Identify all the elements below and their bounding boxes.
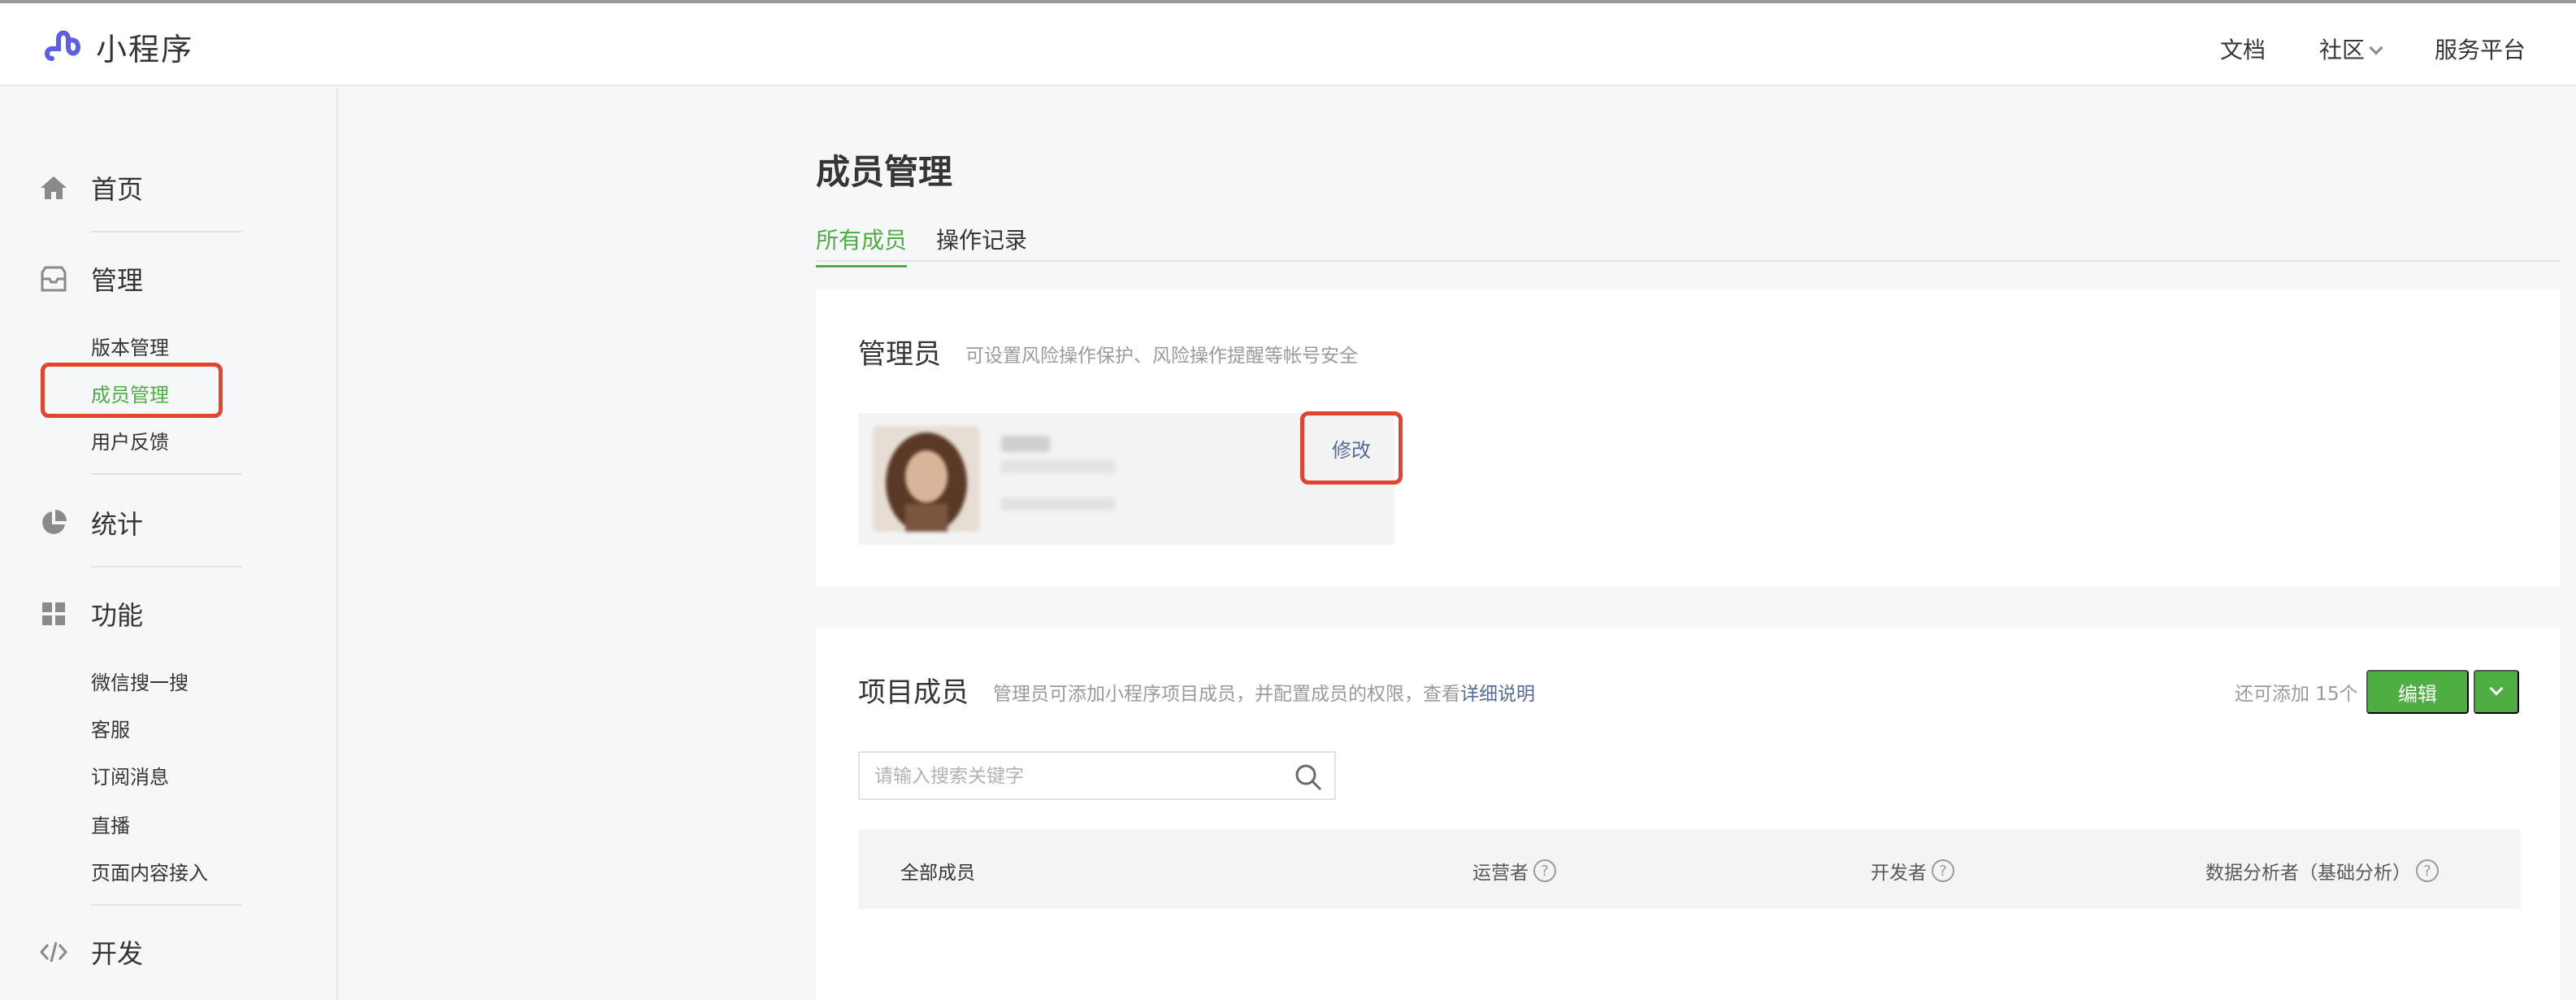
avatar [873,426,980,532]
sidebar-item-features[interactable]: 功能 [39,595,143,633]
sidebar-item-home[interactable]: 首页 [39,169,143,207]
admin-card: 管理员 可设置风险操作保护、风险操作提醒等帐号安全 修改 [816,289,2560,587]
chevron-down-icon [2369,41,2383,55]
page-title: 成员管理 [816,152,953,192]
search-icon[interactable] [1294,763,1323,792]
edit-dropdown-button[interactable] [2474,670,2519,714]
top-bar: 小程序 文档 社区 服务平台 [0,3,2576,86]
tab-all-members[interactable]: 所有成员 [816,223,908,267]
column-label: 开发者 [1871,863,1927,884]
edit-button[interactable]: 编辑 [2366,670,2469,714]
sidebar-item-label: 首页 [91,174,144,205]
nav-community-link[interactable]: 社区 [2319,33,2383,65]
chevron-down-icon [2489,681,2504,696]
home-icon [39,173,68,202]
blurred-info [1001,498,1115,511]
sidebar-item-manage[interactable]: 管理 [39,260,143,298]
sidebar-item-version-management[interactable]: 版本管理 [91,332,169,360]
help-icon[interactable]: ? [2416,859,2439,882]
sidebar-item-customer-service[interactable]: 客服 [91,714,130,742]
column-all-members[interactable]: 全部成员 [900,857,975,885]
app-title: 小程序 [96,32,194,67]
members-description-text: 管理员可添加小程序项目成员，并配置成员的权限，查看 [993,684,1460,705]
admin-title: 管理员 [858,338,941,371]
members-description: 管理员可添加小程序项目成员，并配置成员的权限，查看详细说明 [993,678,1535,706]
highlight-box [41,363,223,418]
code-icon [39,937,68,967]
search-input[interactable] [874,763,1281,790]
column-label: 数据分析者（基础分析） [2205,863,2411,884]
sidebar: 首页 管理 版本管理 成员管理 用户反馈 统计 功能 微信搜一搜 客服 订阅消息… [0,88,338,1000]
nav-community-label: 社区 [2319,37,2366,63]
column-operator: 运营者? [1472,857,1556,885]
sidebar-item-user-feedback[interactable]: 用户反馈 [91,426,169,454]
grid-icon [39,599,68,628]
tab-operation-log[interactable]: 操作记录 [936,223,1027,255]
sidebar-item-statistics[interactable]: 统计 [39,504,143,541]
blurred-name [1001,436,1050,452]
members-title: 项目成员 [858,676,969,709]
column-label: 运营者 [1472,863,1529,884]
nav-service-platform-link[interactable]: 服务平台 [2435,33,2526,65]
sidebar-item-label: 统计 [91,509,144,540]
blurred-info [1001,460,1115,473]
sidebar-item-develop[interactable]: 开发 [39,933,143,971]
member-table-header: 全部成员 运营者? 开发者? 数据分析者（基础分析）? [858,829,2521,909]
divider [91,231,242,233]
divider [91,473,242,475]
divider [91,904,242,906]
divider [91,566,242,567]
pie-chart-icon [39,508,68,537]
project-members-card: 项目成员 管理员可添加小程序项目成员，并配置成员的权限，查看详细说明 还可添加 … [816,628,2560,1000]
modify-admin-button[interactable]: 修改 [1300,411,1403,485]
sidebar-item-label: 管理 [91,265,144,296]
tab-bar: 所有成员 操作记录 [816,221,2560,267]
column-developer: 开发者? [1871,857,1954,885]
sidebar-item-page-content[interactable]: 页面内容接入 [91,857,208,885]
sidebar-item-live[interactable]: 直播 [91,810,130,838]
remaining-quota: 还可添加 15个 [2235,684,2358,705]
sidebar-item-label: 开发 [91,938,144,969]
nav-docs-link[interactable]: 文档 [2220,33,2266,65]
inbox-icon [39,264,68,293]
sidebar-item-subscription[interactable]: 订阅消息 [91,761,169,789]
sidebar-item-wechat-search[interactable]: 微信搜一搜 [91,667,189,695]
admin-description: 可设置风险操作保护、风险操作提醒等帐号安全 [965,346,1358,367]
help-icon[interactable]: ? [1533,859,1556,882]
search-box [858,751,1336,800]
help-icon[interactable]: ? [1932,859,1954,882]
miniprogram-logo-icon[interactable] [41,23,86,68]
sidebar-item-label: 功能 [91,600,144,631]
details-link[interactable]: 详细说明 [1460,684,1535,705]
column-data-analyst: 数据分析者（基础分析）? [2205,857,2439,885]
